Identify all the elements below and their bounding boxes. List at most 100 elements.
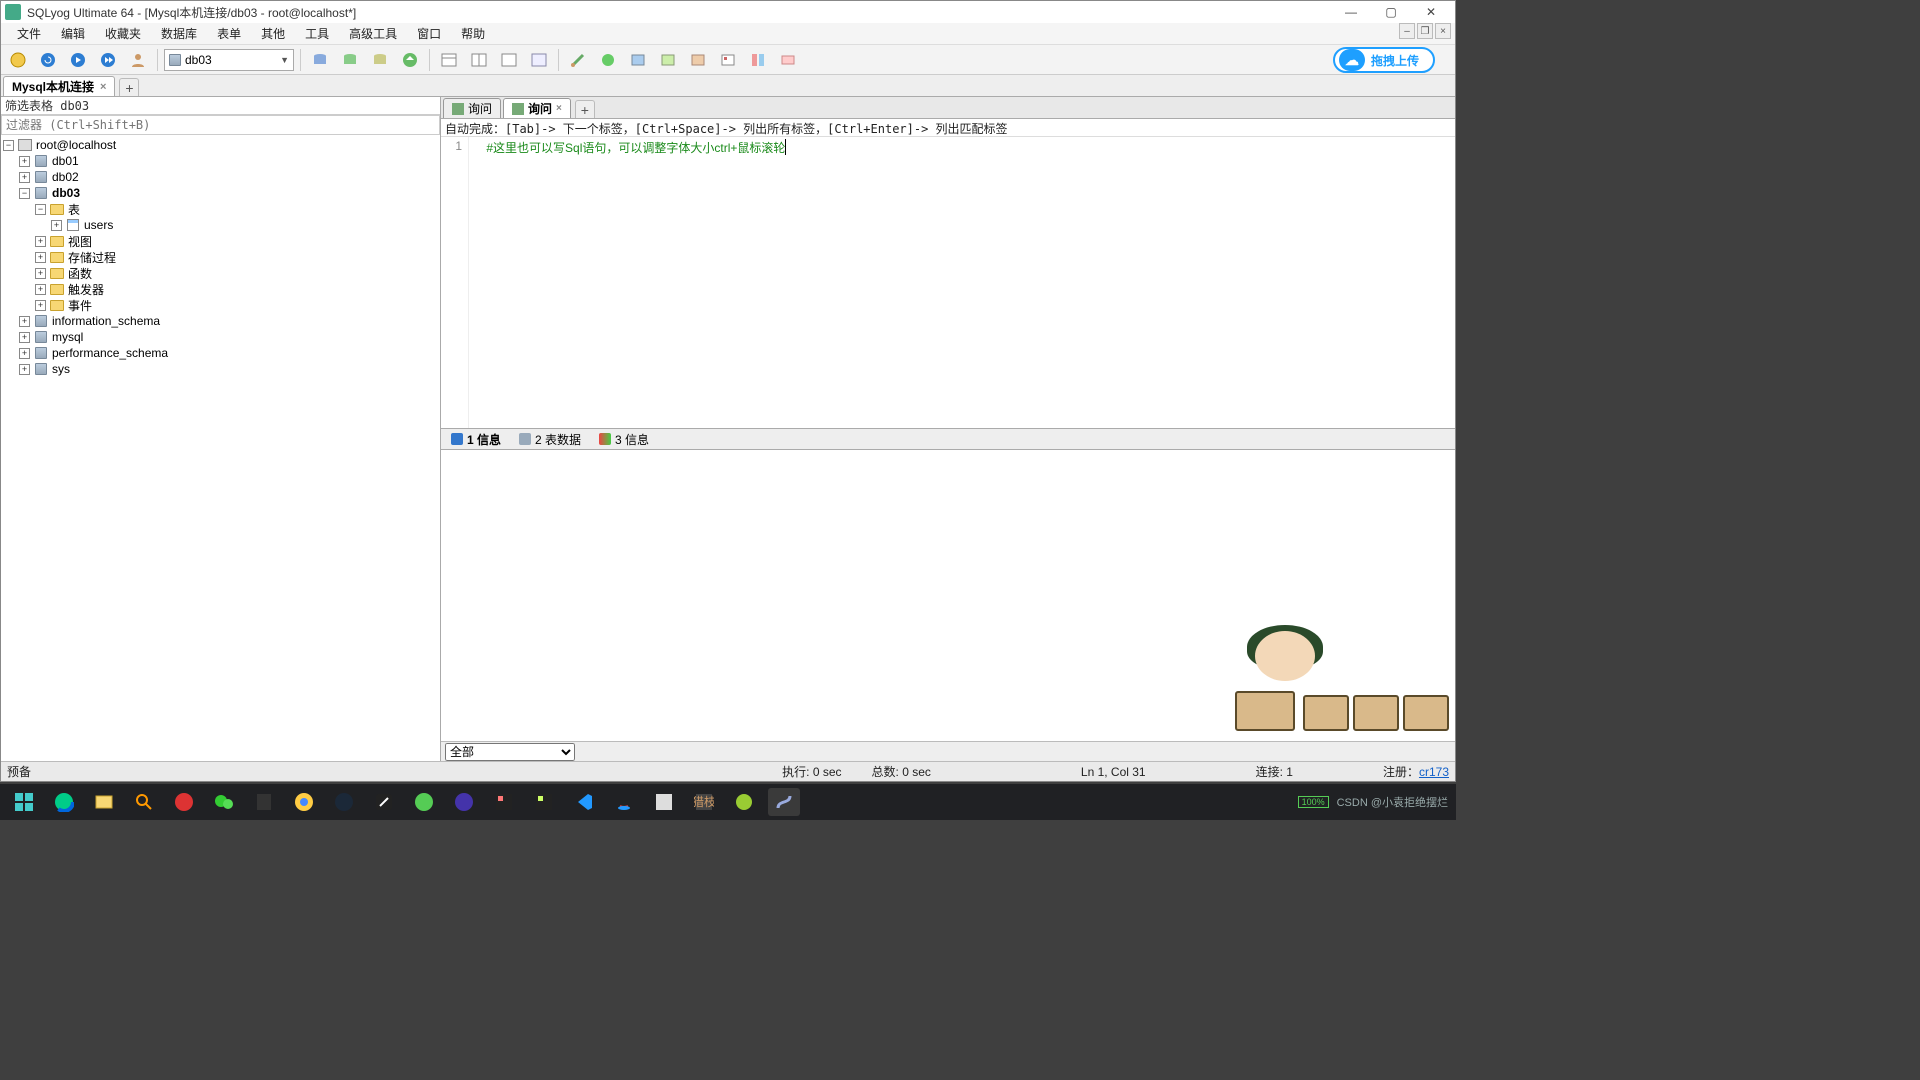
user-icon[interactable] (125, 47, 151, 73)
add-query-tab-button[interactable]: + (575, 100, 595, 118)
action-icon-1[interactable] (565, 47, 591, 73)
tree-root[interactable]: root@localhost (36, 138, 116, 152)
search-icon[interactable] (128, 788, 160, 816)
database-dropdown[interactable]: db03 ▼ (164, 49, 294, 71)
refresh-icon[interactable] (35, 47, 61, 73)
intellij-icon[interactable] (488, 788, 520, 816)
grid-icon-4[interactable] (526, 47, 552, 73)
action-icon-3[interactable] (625, 47, 651, 73)
expand-icon[interactable]: + (19, 172, 30, 183)
execute-icon[interactable] (65, 47, 91, 73)
expand-icon[interactable]: + (19, 348, 30, 359)
execute-all-icon[interactable] (95, 47, 121, 73)
tree-db[interactable]: information_schema (52, 314, 160, 328)
filter-input[interactable] (1, 115, 440, 135)
expand-icon[interactable]: + (51, 220, 62, 231)
tool-icon-2[interactable] (337, 47, 363, 73)
status-reg-link[interactable]: cr173 (1419, 765, 1449, 779)
menu-other[interactable]: 其他 (251, 23, 295, 44)
menu-help[interactable]: 帮助 (451, 23, 495, 44)
tool-icon-3[interactable] (367, 47, 393, 73)
tree-db[interactable]: performance_schema (52, 346, 168, 360)
action-icon-6[interactable] (715, 47, 741, 73)
expand-icon[interactable]: + (35, 252, 46, 263)
expand-icon[interactable]: + (35, 284, 46, 295)
mdi-minimize-button[interactable]: – (1399, 23, 1415, 39)
expand-icon[interactable]: + (19, 316, 30, 327)
action-icon-5[interactable] (685, 47, 711, 73)
expand-icon[interactable]: + (35, 300, 46, 311)
sql-editor[interactable]: 1 #这里也可以写Sql语句，可以调整字体大小ctrl+鼠标滚轮 (441, 137, 1455, 428)
tool-icon-4[interactable] (397, 47, 423, 73)
result-tab-info2[interactable]: 3 信息 (595, 430, 653, 449)
new-connection-icon[interactable] (5, 47, 31, 73)
expand-icon[interactable]: + (19, 364, 30, 375)
menu-powertools[interactable]: 高级工具 (339, 23, 407, 44)
menu-tools[interactable]: 工具 (295, 23, 339, 44)
tree-db[interactable]: sys (52, 362, 70, 376)
code-area[interactable]: #这里也可以写Sql语句，可以调整字体大小ctrl+鼠标滚轮 (469, 137, 1455, 428)
tree-procedures-folder[interactable]: 存储过程 (68, 249, 116, 266)
tree-views-folder[interactable]: 视图 (68, 233, 92, 250)
menu-file[interactable]: 文件 (7, 23, 51, 44)
menu-edit[interactable]: 编辑 (51, 23, 95, 44)
java-icon[interactable] (608, 788, 640, 816)
object-tree[interactable]: −root@localhost +db01 +db02 −db03 −表 +us… (1, 135, 440, 761)
close-icon[interactable]: × (100, 81, 106, 93)
vscode-icon[interactable] (568, 788, 600, 816)
app-icon-5[interactable] (728, 788, 760, 816)
connection-tab[interactable]: Mysql本机连接 × (3, 76, 115, 96)
explorer-icon[interactable] (88, 788, 120, 816)
menu-database[interactable]: 数据库 (151, 23, 207, 44)
steam-icon[interactable] (328, 788, 360, 816)
epic-icon[interactable] (248, 788, 280, 816)
system-tray[interactable]: 100% CSDN @小袁拒绝摆烂 (1298, 794, 1448, 810)
collapse-icon[interactable]: − (35, 204, 46, 215)
query-tab-active[interactable]: 询问 × (503, 98, 571, 118)
minimize-button[interactable]: — (1331, 2, 1371, 22)
add-connection-button[interactable]: + (119, 78, 139, 96)
collapse-icon[interactable]: − (19, 188, 30, 199)
tree-db[interactable]: mysql (52, 330, 83, 344)
result-tab-info[interactable]: 1 信息 (447, 430, 505, 449)
pycharm-icon[interactable] (528, 788, 560, 816)
menu-table[interactable]: 表单 (207, 23, 251, 44)
netease-icon[interactable] (168, 788, 200, 816)
tree-db-active[interactable]: db03 (52, 186, 80, 200)
grid-icon-2[interactable] (466, 47, 492, 73)
result-filter-select[interactable]: 全部 (445, 743, 575, 761)
tree-tables-folder[interactable]: 表 (68, 201, 80, 218)
wechat-icon[interactable] (208, 788, 240, 816)
tree-events-folder[interactable]: 事件 (68, 297, 92, 314)
app-icon-1[interactable] (368, 788, 400, 816)
start-button[interactable] (8, 788, 40, 816)
app-icon-4[interactable]: 猎枝 (688, 788, 720, 816)
maximize-button[interactable]: ▢ (1371, 2, 1411, 22)
eclipse-icon[interactable] (448, 788, 480, 816)
chrome-icon[interactable] (288, 788, 320, 816)
upload-button[interactable]: ☁ 拖拽上传 (1333, 47, 1435, 73)
menu-favorites[interactable]: 收藏夹 (95, 23, 151, 44)
collapse-icon[interactable]: − (3, 140, 14, 151)
mdi-restore-button[interactable]: ❐ (1417, 23, 1433, 39)
sqlyog-taskbar-icon[interactable] (768, 788, 800, 816)
action-icon-4[interactable] (655, 47, 681, 73)
tool-icon-1[interactable] (307, 47, 333, 73)
grid-icon-1[interactable] (436, 47, 462, 73)
app-icon-3[interactable] (648, 788, 680, 816)
expand-icon[interactable]: + (35, 268, 46, 279)
expand-icon[interactable]: + (19, 156, 30, 167)
tree-db[interactable]: db02 (52, 170, 79, 184)
expand-icon[interactable]: + (19, 332, 30, 343)
query-tab[interactable]: 询问 (443, 98, 501, 118)
action-icon-8[interactable] (775, 47, 801, 73)
close-icon[interactable]: × (556, 103, 562, 114)
battery-icon[interactable]: 100% (1298, 796, 1329, 808)
mdi-close-button[interactable]: × (1435, 23, 1451, 39)
expand-icon[interactable]: + (35, 236, 46, 247)
grid-icon-3[interactable] (496, 47, 522, 73)
tree-db[interactable]: db01 (52, 154, 79, 168)
tree-functions-folder[interactable]: 函数 (68, 265, 92, 282)
edge-icon[interactable] (48, 788, 80, 816)
action-icon-7[interactable] (745, 47, 771, 73)
